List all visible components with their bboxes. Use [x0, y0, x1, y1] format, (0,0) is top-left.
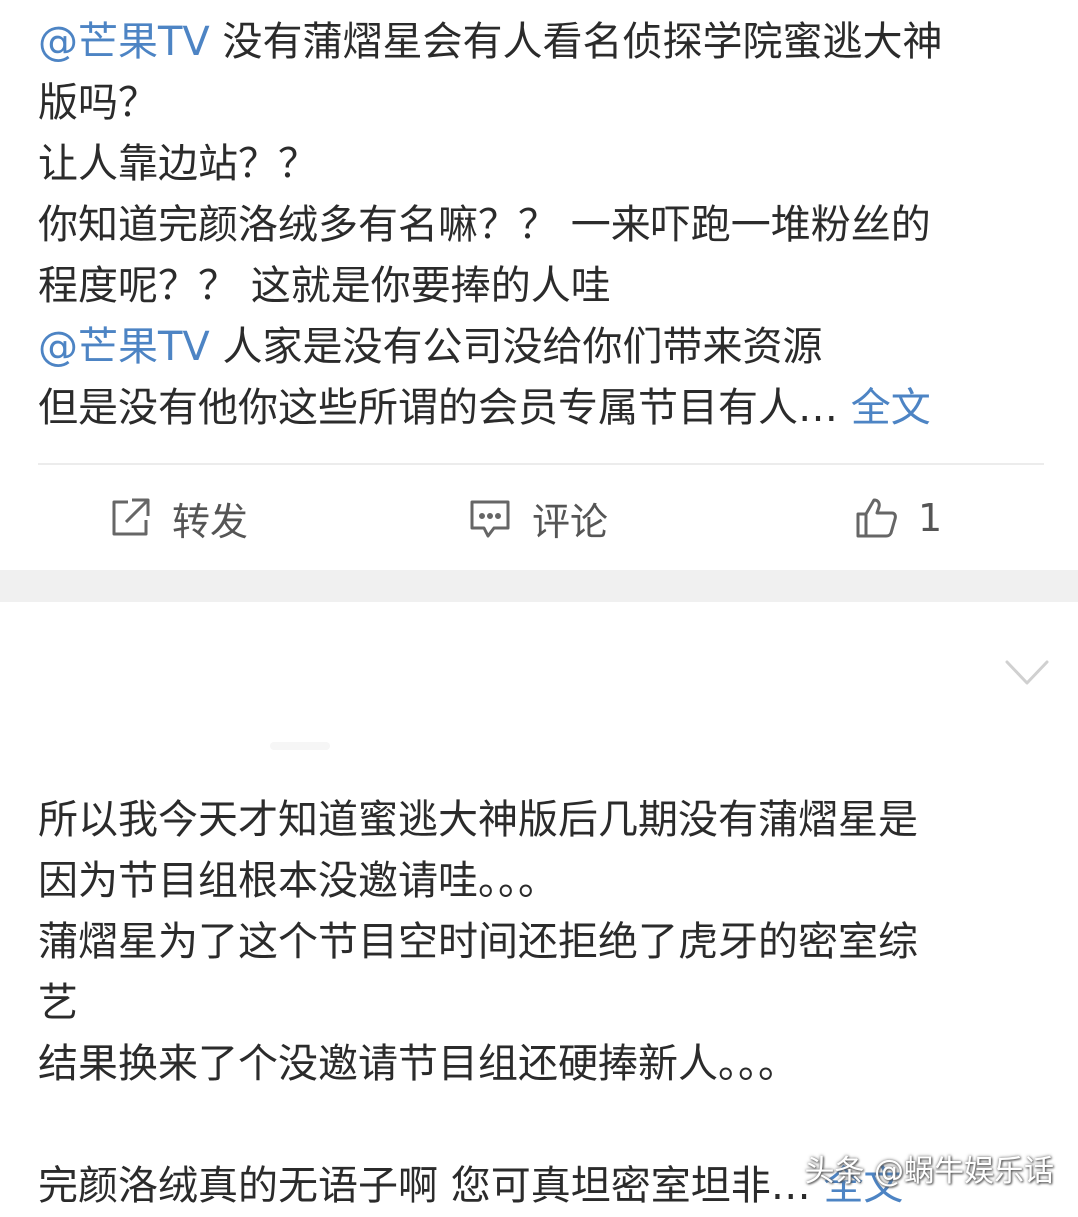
divider [38, 463, 1044, 465]
text-line: 因为节目组根本没邀请哇。。。 [38, 858, 558, 904]
action-bar: 转发 评论 1 [0, 466, 1078, 570]
comment-icon [470, 500, 510, 538]
repost-button[interactable]: 转发 [108, 466, 248, 570]
text-line: 所以我今天才知道蜜逃大神版后几期没有蒲熠星是 [38, 797, 918, 843]
post-card-2: 所以我今天才知道蜜逃大神版后几期没有蒲熠星是 因为节目组根本没邀请哇。。。 蒲熠… [0, 602, 1078, 1214]
text-line: 版吗？ [38, 80, 158, 126]
text-line: 结果换来了个没邀请节目组还硬捧新人。。。 [38, 1041, 798, 1087]
share-icon [112, 498, 150, 536]
text-line: 艺 [38, 980, 78, 1026]
full-text-link[interactable]: 全文 [851, 385, 931, 431]
faded-header [270, 742, 330, 750]
comment-button[interactable]: 评论 [468, 466, 608, 570]
text-line: 让人靠边站？？ [38, 141, 318, 187]
mention-link[interactable]: @芒果TV [38, 324, 210, 370]
thumbs-up-icon [856, 498, 897, 538]
like-button[interactable]: 1 [854, 466, 942, 570]
text-line: @芒果TV 人家是没有公司没给你们带来资源 [38, 324, 823, 370]
text-line: @芒果TV 没有蒲熠星会有人看名侦探学院蜜逃大神 [38, 19, 943, 65]
text-line: 你知道完颜洛绒多有名嘛？？ 一来吓跑一堆粉丝的 [38, 202, 931, 248]
like-count: 1 [918, 496, 943, 540]
text-line: 蒲熠星为了这个节目空时间还拒绝了虎牙的密室综 [38, 919, 918, 965]
repost-label: 转发 [172, 499, 249, 544]
text-line: 但是没有他你这些所谓的会员专属节目有人… 全文 [38, 385, 931, 431]
chevron-down-icon[interactable] [1004, 659, 1050, 687]
text-line: 程度呢？？ 这就是你要捧的人哇 [38, 263, 611, 309]
comment-label: 评论 [532, 499, 609, 544]
section-separator [0, 570, 1078, 602]
watermark: 头条 @蜗牛娱乐话 [804, 1154, 1054, 1189]
post-card-1: @芒果TV 没有蒲熠星会有人看名侦探学院蜜逃大神 版吗？ 让人靠边站？？ 你知道… [0, 0, 1078, 570]
mention-link[interactable]: @芒果TV [38, 19, 210, 65]
post-text: @芒果TV 没有蒲熠星会有人看名侦探学院蜜逃大神 版吗？ 让人靠边站？？ 你知道… [38, 12, 1038, 439]
